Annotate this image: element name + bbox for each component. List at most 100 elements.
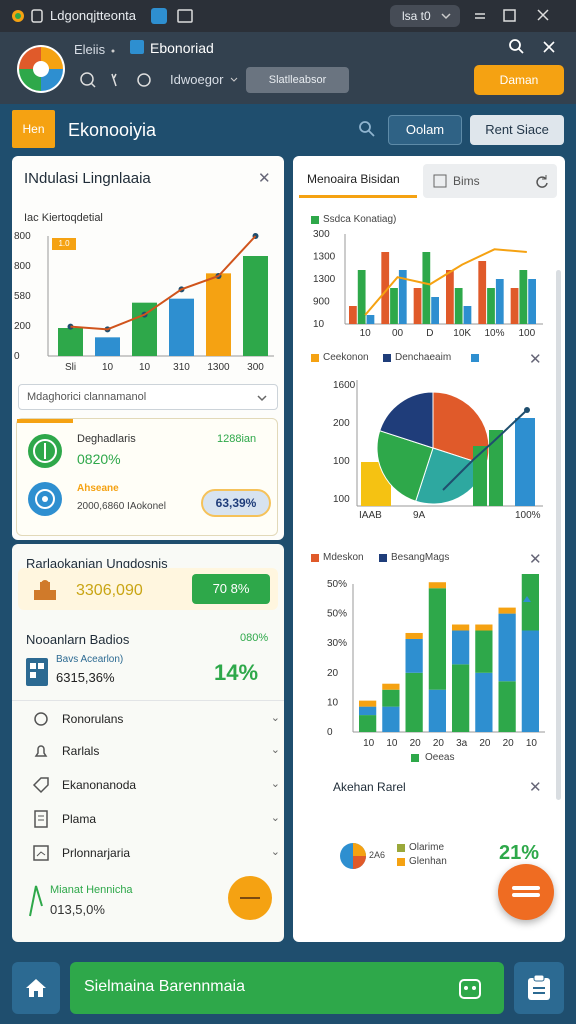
header-menu-label[interactable]: Idwoegor xyxy=(170,72,223,87)
tab-inactive-box[interactable]: Bims xyxy=(423,164,557,198)
chart-bar xyxy=(495,279,504,324)
search-icon[interactable] xyxy=(358,120,376,138)
tag-icon xyxy=(32,777,49,794)
chart-bar-cap xyxy=(498,607,516,614)
orange-action-icon[interactable] xyxy=(226,874,274,922)
y-tick-label: 100 xyxy=(333,494,350,505)
chart-bar xyxy=(359,715,377,732)
y-tick-label: 0 xyxy=(14,351,20,362)
legend-swatch xyxy=(471,354,479,362)
stat1-label: Deghadlaris xyxy=(77,433,136,445)
window-controls[interactable] xyxy=(472,8,562,24)
bot-icon xyxy=(459,979,481,999)
summary-card: Rarlaokanian Ungdosnis 3306,090 70 8% No… xyxy=(12,544,284,942)
chart-bar xyxy=(498,613,516,682)
chart-bar xyxy=(366,315,375,324)
close-icon[interactable]: ✕ xyxy=(529,778,542,796)
header-action-button[interactable]: Daman xyxy=(474,65,564,95)
header-tools[interactable] xyxy=(508,38,558,56)
stat2-value: 2000,6860 IAokonel xyxy=(77,501,166,512)
main-cta-button[interactable]: Sielmaina Barennmaia xyxy=(70,962,504,1014)
dropdown-value: Mdaghorici clannamanol xyxy=(27,391,147,403)
tab-inactive: Bims xyxy=(453,174,480,188)
close-icon[interactable]: ✕ xyxy=(529,350,542,368)
sidebar-toggle-icon[interactable] xyxy=(150,7,196,25)
chart2-legend-a: Ceekonon xyxy=(323,352,369,363)
chart-bar xyxy=(382,706,400,732)
x-tick-label: 20 xyxy=(503,738,515,749)
summary-button[interactable]: 70 8% xyxy=(192,574,270,604)
y-tick-label: 0 xyxy=(327,727,333,738)
accordion-row[interactable]: Prlonnarjaria ⌄ xyxy=(32,838,288,868)
x-tick-label: 100% xyxy=(515,510,541,521)
sub-value: 6315,36% xyxy=(56,670,115,685)
x-tick-label: 20 xyxy=(433,738,445,749)
accordion-row[interactable]: Rarlals ⌄ xyxy=(32,736,288,766)
nav-primary-button[interactable]: Oolam xyxy=(388,115,462,145)
gear-icon xyxy=(28,482,62,516)
chart-bar xyxy=(431,297,439,324)
legend-swatch xyxy=(383,354,391,362)
chart-bar-cap xyxy=(359,700,377,707)
chart1-legend: Ssdca Konatiag) xyxy=(323,214,397,225)
chart-bar xyxy=(510,288,519,324)
fab-button[interactable] xyxy=(498,864,554,920)
stat2-pill[interactable]: 63,39% xyxy=(201,489,271,517)
chart-point xyxy=(524,407,530,413)
big-percent: 14% xyxy=(214,660,259,685)
x-tick-label: Sli xyxy=(65,362,76,373)
header-icon-row[interactable] xyxy=(78,70,158,90)
chart-bar xyxy=(349,306,357,324)
accordion-row[interactable]: Ronorulans ⌄ xyxy=(32,704,288,734)
home-button[interactable] xyxy=(12,962,60,1014)
chart-bar xyxy=(359,706,377,716)
y-tick-label: 20 xyxy=(327,668,339,679)
chart-bar xyxy=(515,418,535,506)
chart-bar xyxy=(428,588,446,690)
clipboard-icon xyxy=(528,974,550,1000)
accordion-row[interactable]: Plama ⌄ xyxy=(32,804,288,834)
chart3-legend-b: BesangMags xyxy=(391,552,450,563)
y-tick-label: 800 xyxy=(14,261,31,272)
y-tick-label: 200 xyxy=(333,418,350,429)
avatar[interactable] xyxy=(16,44,66,94)
chart3-footer: Oeeas xyxy=(425,752,455,763)
chart-bar xyxy=(446,270,454,324)
chart-bar xyxy=(463,306,472,324)
header-tab-label[interactable]: Eleiis xyxy=(74,42,105,57)
chart-bar xyxy=(422,252,431,324)
close-icon[interactable]: ✕ xyxy=(529,550,542,568)
tab-active[interactable]: Menoaira Bisidan xyxy=(299,164,417,198)
chart3-legend-a: Mdeskon xyxy=(323,552,364,563)
stat1-value: 0820% xyxy=(77,451,121,467)
x-tick-label: D xyxy=(426,328,433,336)
chevron-down-icon[interactable] xyxy=(440,10,452,22)
section-pct: 080% xyxy=(240,632,269,644)
chevron-down-icon[interactable] xyxy=(230,76,238,84)
nav-secondary-button[interactable]: Rent Siace xyxy=(470,115,564,145)
metric-dropdown[interactable]: Mdaghorici clannamanol xyxy=(18,384,278,410)
footer-label: Mianat Hennicha xyxy=(50,884,133,896)
y-tick-label: 1600 xyxy=(333,380,356,391)
chart-bar xyxy=(454,288,463,324)
refresh-icon[interactable] xyxy=(535,174,549,188)
mini-legend-a: Olarime xyxy=(409,842,445,853)
clipboard-button[interactable] xyxy=(514,962,564,1014)
chart-bar xyxy=(489,430,503,506)
accordion-row[interactable]: Ekanonanoda ⌄ xyxy=(32,770,288,800)
trend-icon xyxy=(29,885,43,917)
mini-legend-b: Glenhan xyxy=(409,856,447,867)
home-tab[interactable]: Hen xyxy=(12,110,55,148)
document-title: Ebonoriad xyxy=(150,40,214,56)
close-icon[interactable]: ✕ xyxy=(258,169,271,187)
scrollbar[interactable] xyxy=(556,270,561,800)
search-input[interactable]: Slatlleabsor xyxy=(246,67,349,93)
chart-bar xyxy=(487,288,495,324)
x-tick-label: 10 xyxy=(102,362,114,373)
x-tick-label: 100 xyxy=(518,328,535,336)
card-title: INdulasi Lingnlaaia xyxy=(24,170,151,187)
section-title: Nooanlarn Badios xyxy=(26,632,130,647)
legend-swatch xyxy=(397,858,405,866)
chart-bar xyxy=(452,664,470,732)
chart-bar xyxy=(405,672,423,732)
